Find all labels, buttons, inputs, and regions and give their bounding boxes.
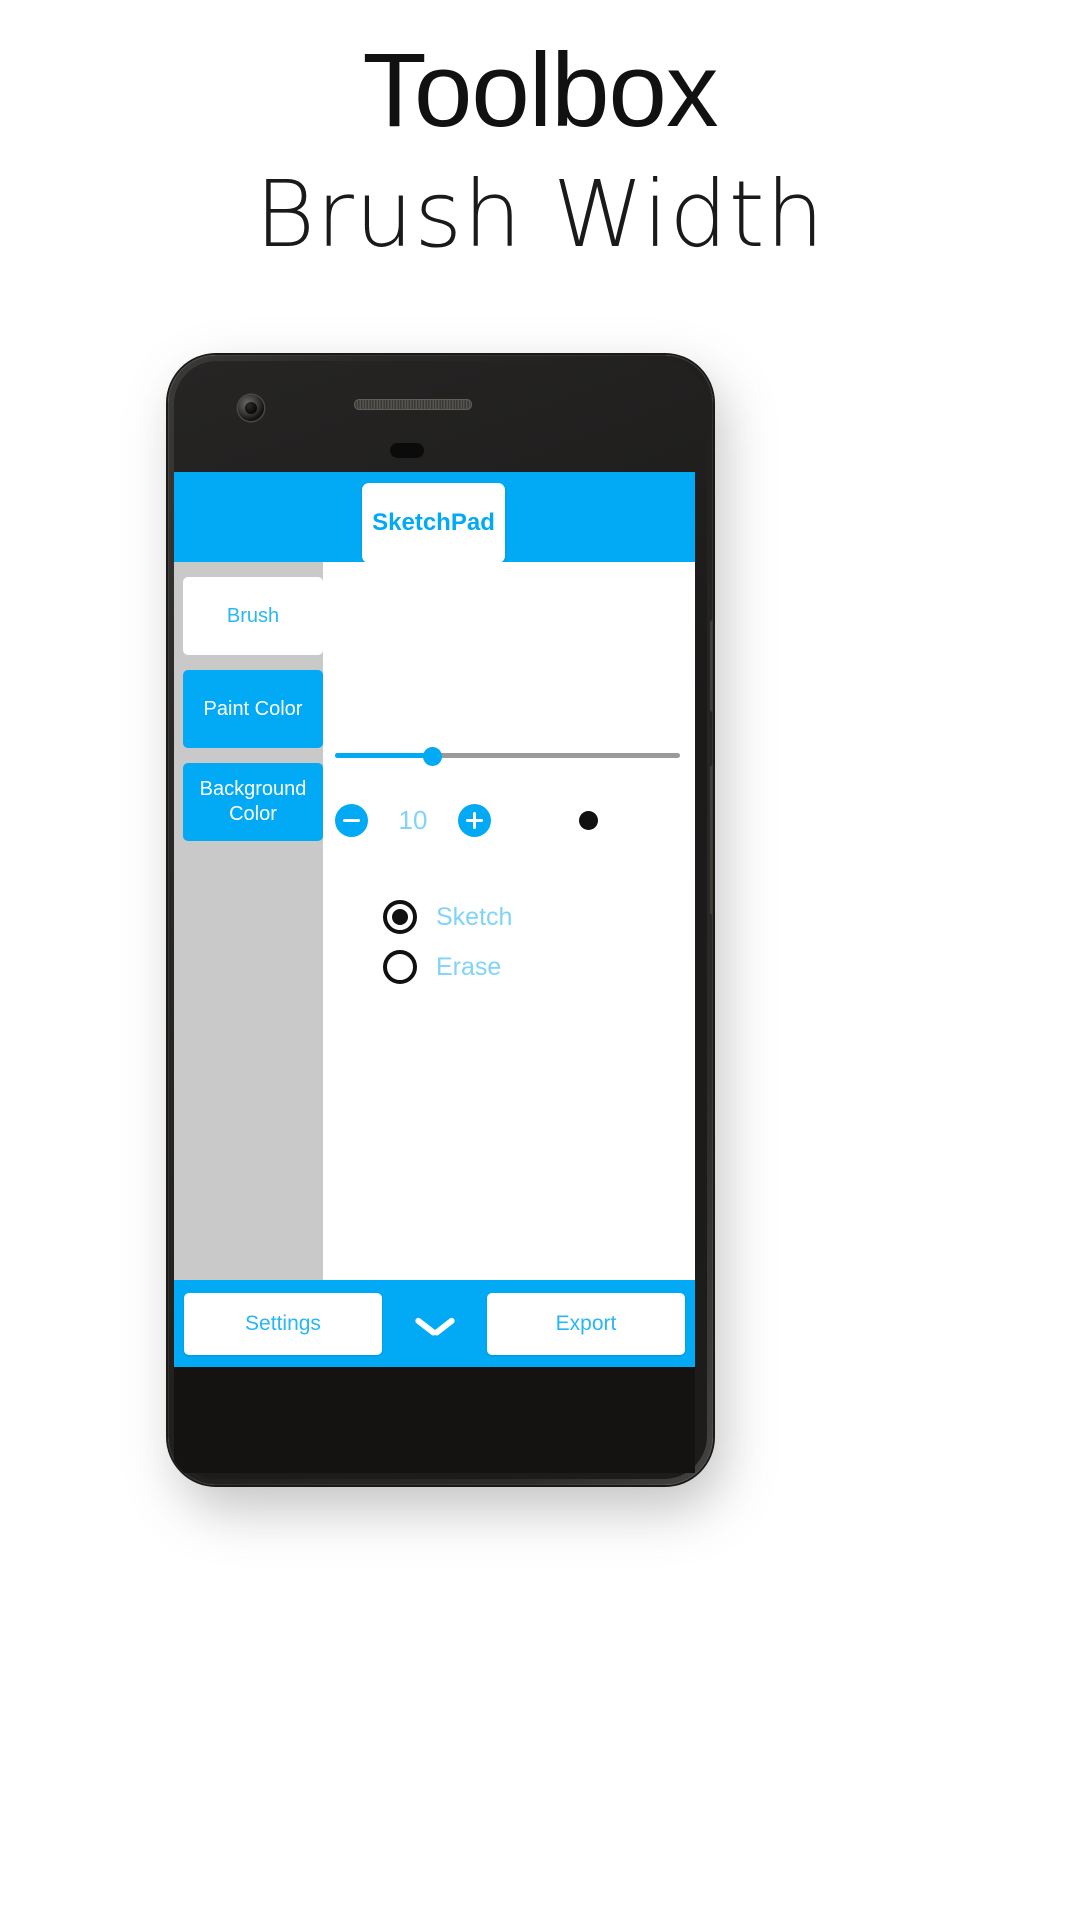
brush-width-value: 10 [398,804,428,835]
bottom-bar: Settings Export [174,1280,695,1367]
radio-option-erase[interactable]: Erase [383,942,663,992]
sidebar-item-paint-color[interactable]: Paint Color [183,670,323,748]
radio-label: Erase [436,952,502,981]
phone-mockup: SketchPad Brush Paint Color Background C… [168,355,728,1515]
phone-screen: SketchPad Brush Paint Color Background C… [174,472,695,1367]
power-button[interactable] [710,620,713,712]
export-button[interactable]: Export [487,1292,685,1355]
radio-checked-icon [383,900,417,934]
sidebar-item-label: Brush [226,604,280,627]
sidebar: Brush Paint Color Background Color [174,562,323,1280]
slider-fill [335,753,432,758]
chevron-down-icon [418,1315,452,1333]
brush-panel: 10 Sketch Erase [323,562,695,1280]
expand-toggle[interactable] [382,1315,487,1333]
slider-thumb[interactable] [422,747,442,766]
increment-button[interactable] [458,803,491,837]
brush-size-preview-dot-icon [578,810,598,830]
page-title: Toolbox [362,32,719,149]
sidebar-item-label: Paint Color [203,697,303,720]
app-bar: SketchPad [174,472,695,563]
page-subtitle: Brush Width [254,161,826,268]
sidebar-item-brush[interactable]: Brush [183,577,323,655]
earpiece-speaker-icon [354,399,472,410]
screen-body: Brush Paint Color Background Color 10 Sk… [174,562,695,1280]
radio-label: Sketch [436,902,513,931]
minus-icon [343,818,360,822]
radio-option-sketch[interactable]: Sketch [383,892,663,942]
brush-width-slider[interactable] [335,740,680,770]
export-label: Export [555,1311,617,1335]
plus-icon-v [472,811,477,829]
brush-width-stepper: 10 [335,800,695,840]
phone-body: SketchPad Brush Paint Color Background C… [168,355,713,1485]
radio-unchecked-icon [383,950,417,984]
phone-chin [174,1367,695,1473]
app-title-tab[interactable]: SketchPad [362,483,505,563]
volume-button[interactable] [710,765,713,915]
page-header: Toolbox Brush Width [0,0,1080,277]
app-title-label: SketchPad [372,509,495,536]
settings-label: Settings [245,1311,321,1335]
draw-mode-radio-group: Sketch Erase [383,892,663,992]
decrement-button[interactable] [335,803,368,837]
sidebar-item-label: Background Color [199,778,307,825]
sidebar-item-background-color[interactable]: Background Color [183,763,323,841]
brush-preview-wrap [491,810,695,830]
proximity-sensor-icon [390,443,424,458]
front-camera-icon [238,395,264,421]
settings-button[interactable]: Settings [184,1292,382,1355]
